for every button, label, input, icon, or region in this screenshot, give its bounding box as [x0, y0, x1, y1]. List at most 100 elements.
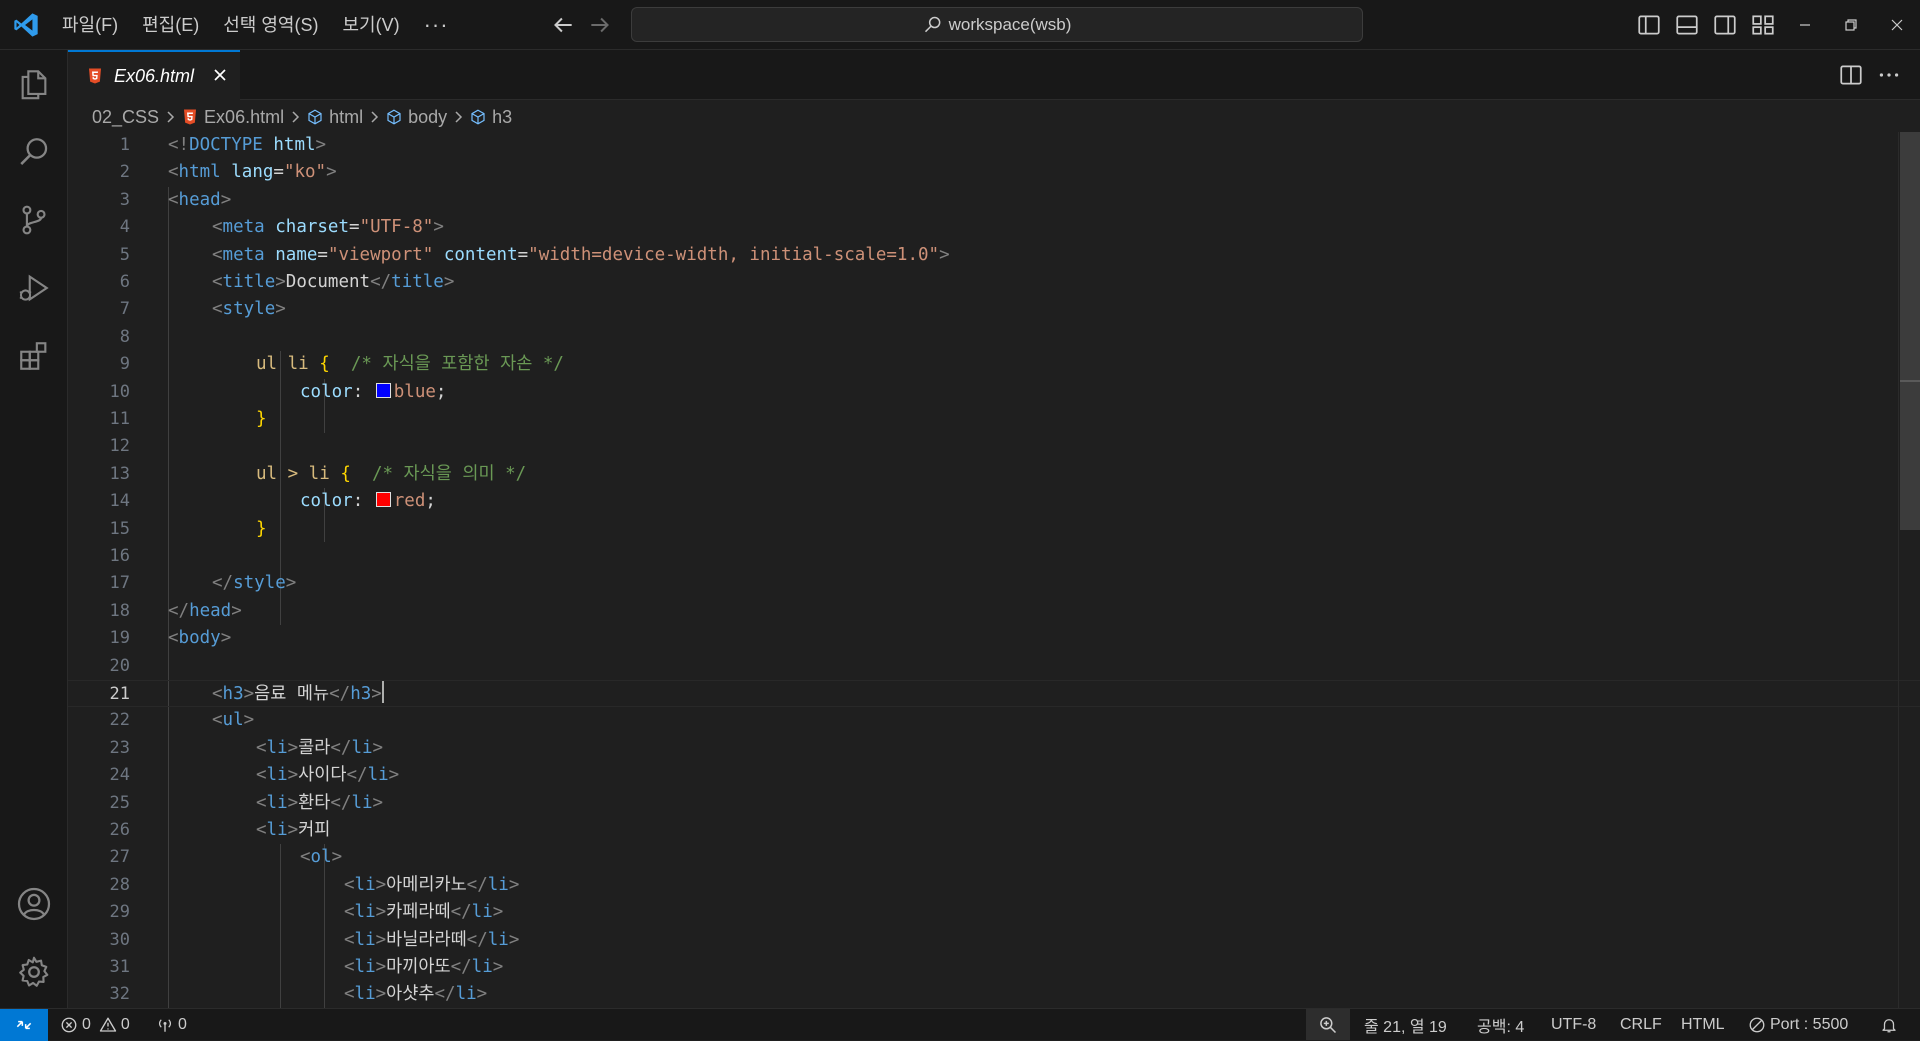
menu-file[interactable]: 파일(F): [50, 0, 130, 50]
token: style: [222, 299, 276, 320]
minimize-button[interactable]: [1782, 0, 1828, 50]
code-line: 28 <li>아메리카노</li>: [68, 872, 1920, 899]
notifications-button[interactable]: [1880, 1009, 1902, 1040]
live-server-port[interactable]: Port : 5500: [1748, 1009, 1848, 1040]
breadcrumb-file[interactable]: Ex06.html: [181, 107, 284, 128]
eol-setting[interactable]: CRLF: [1620, 1009, 1662, 1040]
current-code-line: 21 <h3>음료 메뉴</h3>: [68, 680, 1920, 708]
toggle-panel-icon[interactable]: [1674, 12, 1700, 38]
token: li: [471, 957, 493, 977]
encoding-setting[interactable]: UTF-8: [1551, 1009, 1596, 1040]
breadcrumb: 02_CSS Ex06.html html body h3: [92, 102, 512, 132]
ports-indicator[interactable]: 0: [156, 1009, 187, 1040]
token: li: [354, 929, 376, 950]
customize-layout-icon[interactable]: [1750, 12, 1776, 38]
activity-extensions[interactable]: [0, 322, 68, 390]
code-text: <!DOCTYPE html>: [168, 132, 326, 159]
activity-run-debug[interactable]: [0, 254, 68, 322]
split-editor-icon[interactable]: [1838, 62, 1864, 88]
bell-icon: [1882, 1018, 1896, 1032]
token: >: [287, 820, 299, 840]
activity-explorer[interactable]: [0, 50, 68, 118]
search-icon: [20, 138, 48, 165]
close-icon[interactable]: [210, 65, 230, 85]
warning-icon: [99, 1017, 117, 1032]
toggle-secondary-sidebar-icon[interactable]: [1712, 12, 1738, 38]
token: <: [256, 737, 267, 758]
breadcrumb-symbol-h3[interactable]: h3: [469, 107, 512, 128]
token: 바닐라라떼: [386, 929, 467, 950]
code-text: <li>사이다</li>: [256, 762, 399, 789]
code-line: 26 <li>커피: [68, 817, 1920, 844]
token: li: [266, 737, 288, 758]
encoding-text: UTF-8: [1551, 1015, 1597, 1033]
line-number: 30: [109, 929, 130, 950]
activity-manage[interactable]: [0, 938, 68, 1006]
breadcrumb-folder[interactable]: 02_CSS: [92, 107, 159, 128]
token: <: [212, 684, 223, 704]
cursor-position[interactable]: 줄 21, 열 19: [1364, 1009, 1447, 1040]
zoom-indicator[interactable]: [1306, 1009, 1350, 1040]
problems-indicator[interactable]: 0 0: [60, 1009, 130, 1040]
settings-gear-icon: [19, 956, 49, 987]
code-line: 7 <style>: [68, 296, 1920, 323]
line-number: 32: [109, 984, 130, 1005]
token: 카페라떼: [386, 902, 451, 923]
forward-arrow-icon[interactable]: [587, 12, 613, 38]
editor-vertical-scrollbar[interactable]: [1898, 132, 1920, 1008]
back-arrow-icon[interactable]: [550, 12, 576, 38]
explorer-icon: [21, 70, 47, 100]
command-center-search[interactable]: workspace(wsb): [631, 7, 1363, 42]
token: <: [344, 902, 355, 923]
code-text: <ol>: [300, 844, 342, 871]
chevron-right-icon: [371, 111, 379, 123]
token: }: [256, 518, 267, 539]
token: <: [344, 984, 355, 1005]
toggle-primary-sidebar-icon[interactable]: [1636, 12, 1662, 38]
token: head: [178, 189, 221, 210]
line-number: 17: [109, 573, 130, 594]
code-text: <html lang="ko">: [168, 159, 337, 186]
token: /* 자식을 의미 */: [371, 463, 527, 484]
language-mode[interactable]: HTML: [1681, 1009, 1725, 1040]
code-text: }: [256, 516, 267, 543]
breadcrumb-label: body: [408, 106, 448, 127]
token: >: [508, 929, 520, 950]
cursor-position-text: 줄 21, 열 19: [1364, 1018, 1447, 1036]
color-swatch-red[interactable]: [375, 492, 391, 508]
menu-edit[interactable]: 편집(E): [130, 0, 211, 50]
menu-more-button[interactable]: ···: [412, 12, 461, 38]
scrollbar-thumb[interactable]: [1900, 132, 1920, 530]
code-line: 15 }: [68, 516, 1920, 543]
activity-accounts[interactable]: [0, 870, 68, 938]
menu-selection[interactable]: 선택 영역(S): [211, 0, 330, 50]
activity-search[interactable]: [0, 118, 68, 186]
chevron-right-icon: [455, 111, 463, 123]
broadcast-icon: [158, 1018, 172, 1032]
more-actions-icon[interactable]: [1876, 62, 1902, 88]
token: "viewport": [327, 244, 434, 265]
token: content: [443, 244, 518, 265]
restore-button[interactable]: [1828, 0, 1874, 50]
token: li: [487, 874, 509, 895]
token: =: [317, 244, 328, 265]
tab-ex06-html[interactable]: Ex06.html: [68, 50, 240, 100]
code-text: </style>: [212, 570, 296, 597]
indentation-setting[interactable]: 공백: 4: [1477, 1009, 1524, 1040]
breadcrumb-symbol-html[interactable]: html: [306, 107, 363, 128]
remote-indicator[interactable]: [0, 1009, 48, 1041]
code-editor[interactable]: 1 <!DOCTYPE html> 2 <html lang="ko"> 3 <…: [68, 132, 1920, 1008]
token: li: [487, 929, 509, 950]
token: </: [450, 902, 472, 923]
token: >: [287, 737, 299, 758]
close-window-button[interactable]: [1874, 0, 1920, 50]
token: </: [330, 792, 352, 813]
token: >: [388, 765, 400, 786]
token: 환타: [298, 792, 331, 813]
code-line: 29 <li>카페라떼</li>: [68, 899, 1920, 926]
color-swatch-blue[interactable]: [375, 382, 391, 398]
breadcrumb-symbol-body[interactable]: body: [385, 107, 447, 128]
activity-source-control[interactable]: [0, 186, 68, 254]
line-number: 12: [109, 436, 130, 457]
menu-view[interactable]: 보기(V): [330, 0, 411, 50]
